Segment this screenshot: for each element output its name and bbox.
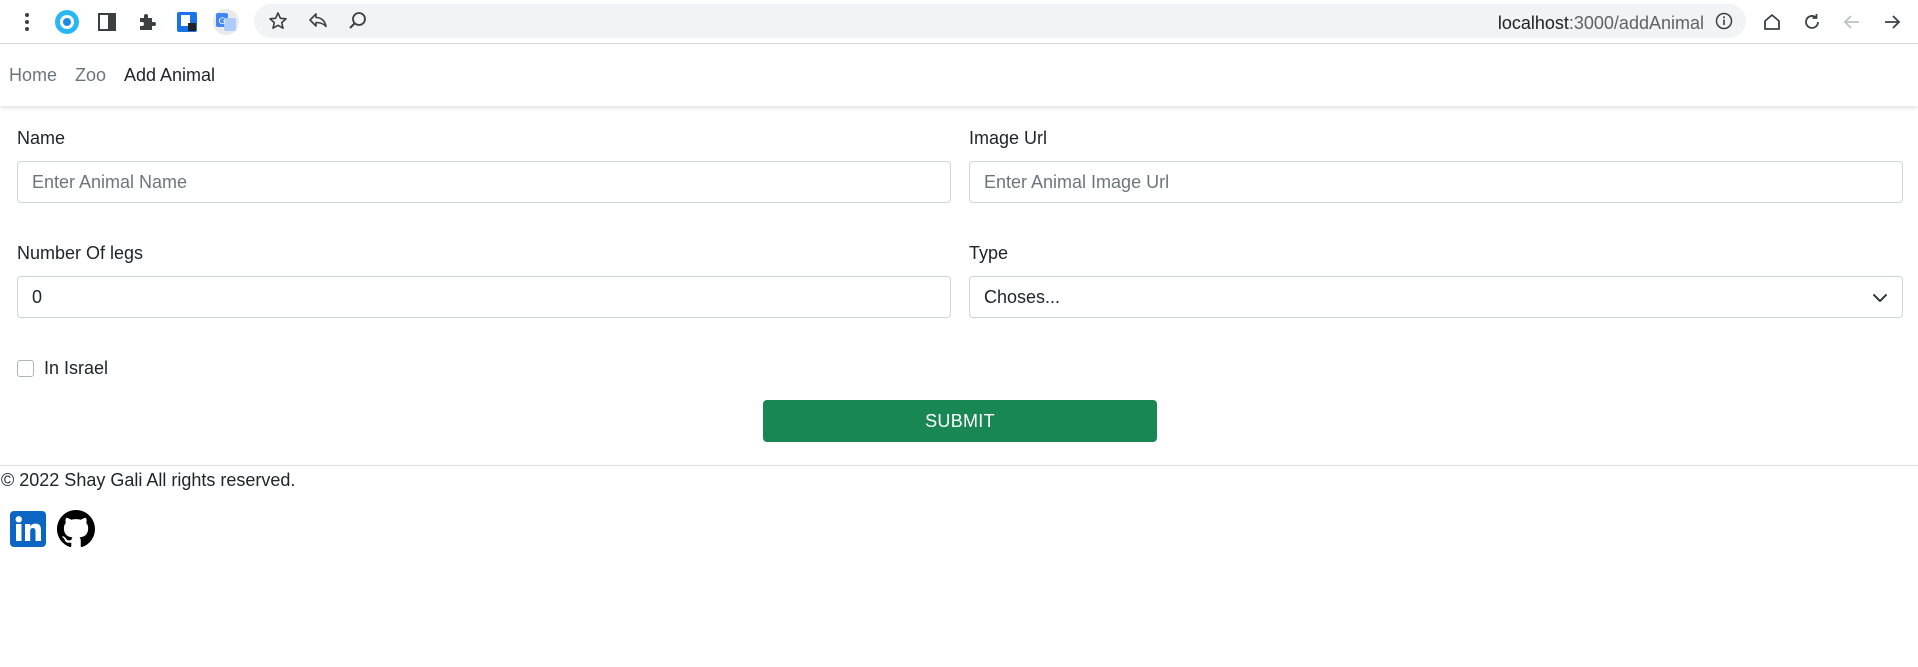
chevron-down-icon	[1872, 290, 1888, 311]
submit-button[interactable]: SUBMIT	[763, 400, 1157, 442]
url-path: :3000/addAnimal	[1568, 13, 1704, 33]
side-panel-icon[interactable]	[93, 8, 121, 36]
nav-link-add-animal[interactable]: Add Animal	[124, 65, 215, 86]
github-icon[interactable]	[57, 510, 95, 548]
footer-divider	[0, 465, 1918, 466]
zoom-icon[interactable]	[344, 7, 372, 35]
url-text[interactable]: localhost:3000/addAnimal	[1498, 13, 1704, 34]
star-icon[interactable]	[264, 7, 292, 35]
linkedin-icon[interactable]	[9, 510, 47, 548]
copyright-text: © 2022 Shay Gali All rights reserved.	[1, 470, 296, 490]
reload-icon[interactable]	[1798, 8, 1826, 36]
extension-circle-icon[interactable]	[53, 8, 81, 36]
browser-toolbar: G localhost:3000/addAnimal	[0, 0, 1918, 44]
home-icon[interactable]	[1758, 8, 1786, 36]
site-info-icon[interactable]	[1710, 7, 1738, 35]
svg-text:G: G	[219, 17, 226, 27]
image-url-input[interactable]	[969, 161, 1903, 203]
bookmark-app-icon[interactable]	[173, 8, 201, 36]
legs-input[interactable]	[17, 276, 951, 318]
url-host: localhost	[1497, 13, 1569, 33]
puzzle-icon[interactable]	[133, 8, 161, 36]
nav-link-zoo[interactable]: Zoo	[75, 65, 106, 86]
name-label: Name	[17, 128, 66, 148]
type-label: Type	[969, 243, 1009, 263]
translate-icon[interactable]: G	[212, 8, 240, 36]
name-input[interactable]	[17, 161, 951, 203]
back-icon[interactable]	[1838, 8, 1866, 36]
in-israel-label: In Israel	[44, 358, 109, 378]
menu-dots-icon[interactable]	[13, 8, 41, 36]
share-icon[interactable]	[304, 7, 332, 35]
address-bar[interactable]: localhost:3000/addAnimal	[254, 4, 1746, 38]
type-select-value: Choses...	[984, 287, 1061, 307]
forward-icon[interactable]	[1878, 8, 1906, 36]
type-select[interactable]: Choses...	[969, 276, 1903, 318]
in-israel-checkbox[interactable]	[17, 360, 34, 377]
nav-link-home[interactable]: Home	[9, 65, 57, 86]
app-navbar: Home Zoo Add Animal	[0, 44, 1918, 106]
legs-label: Number Of legs	[17, 243, 144, 263]
image-url-label: Image Url	[969, 128, 1048, 148]
